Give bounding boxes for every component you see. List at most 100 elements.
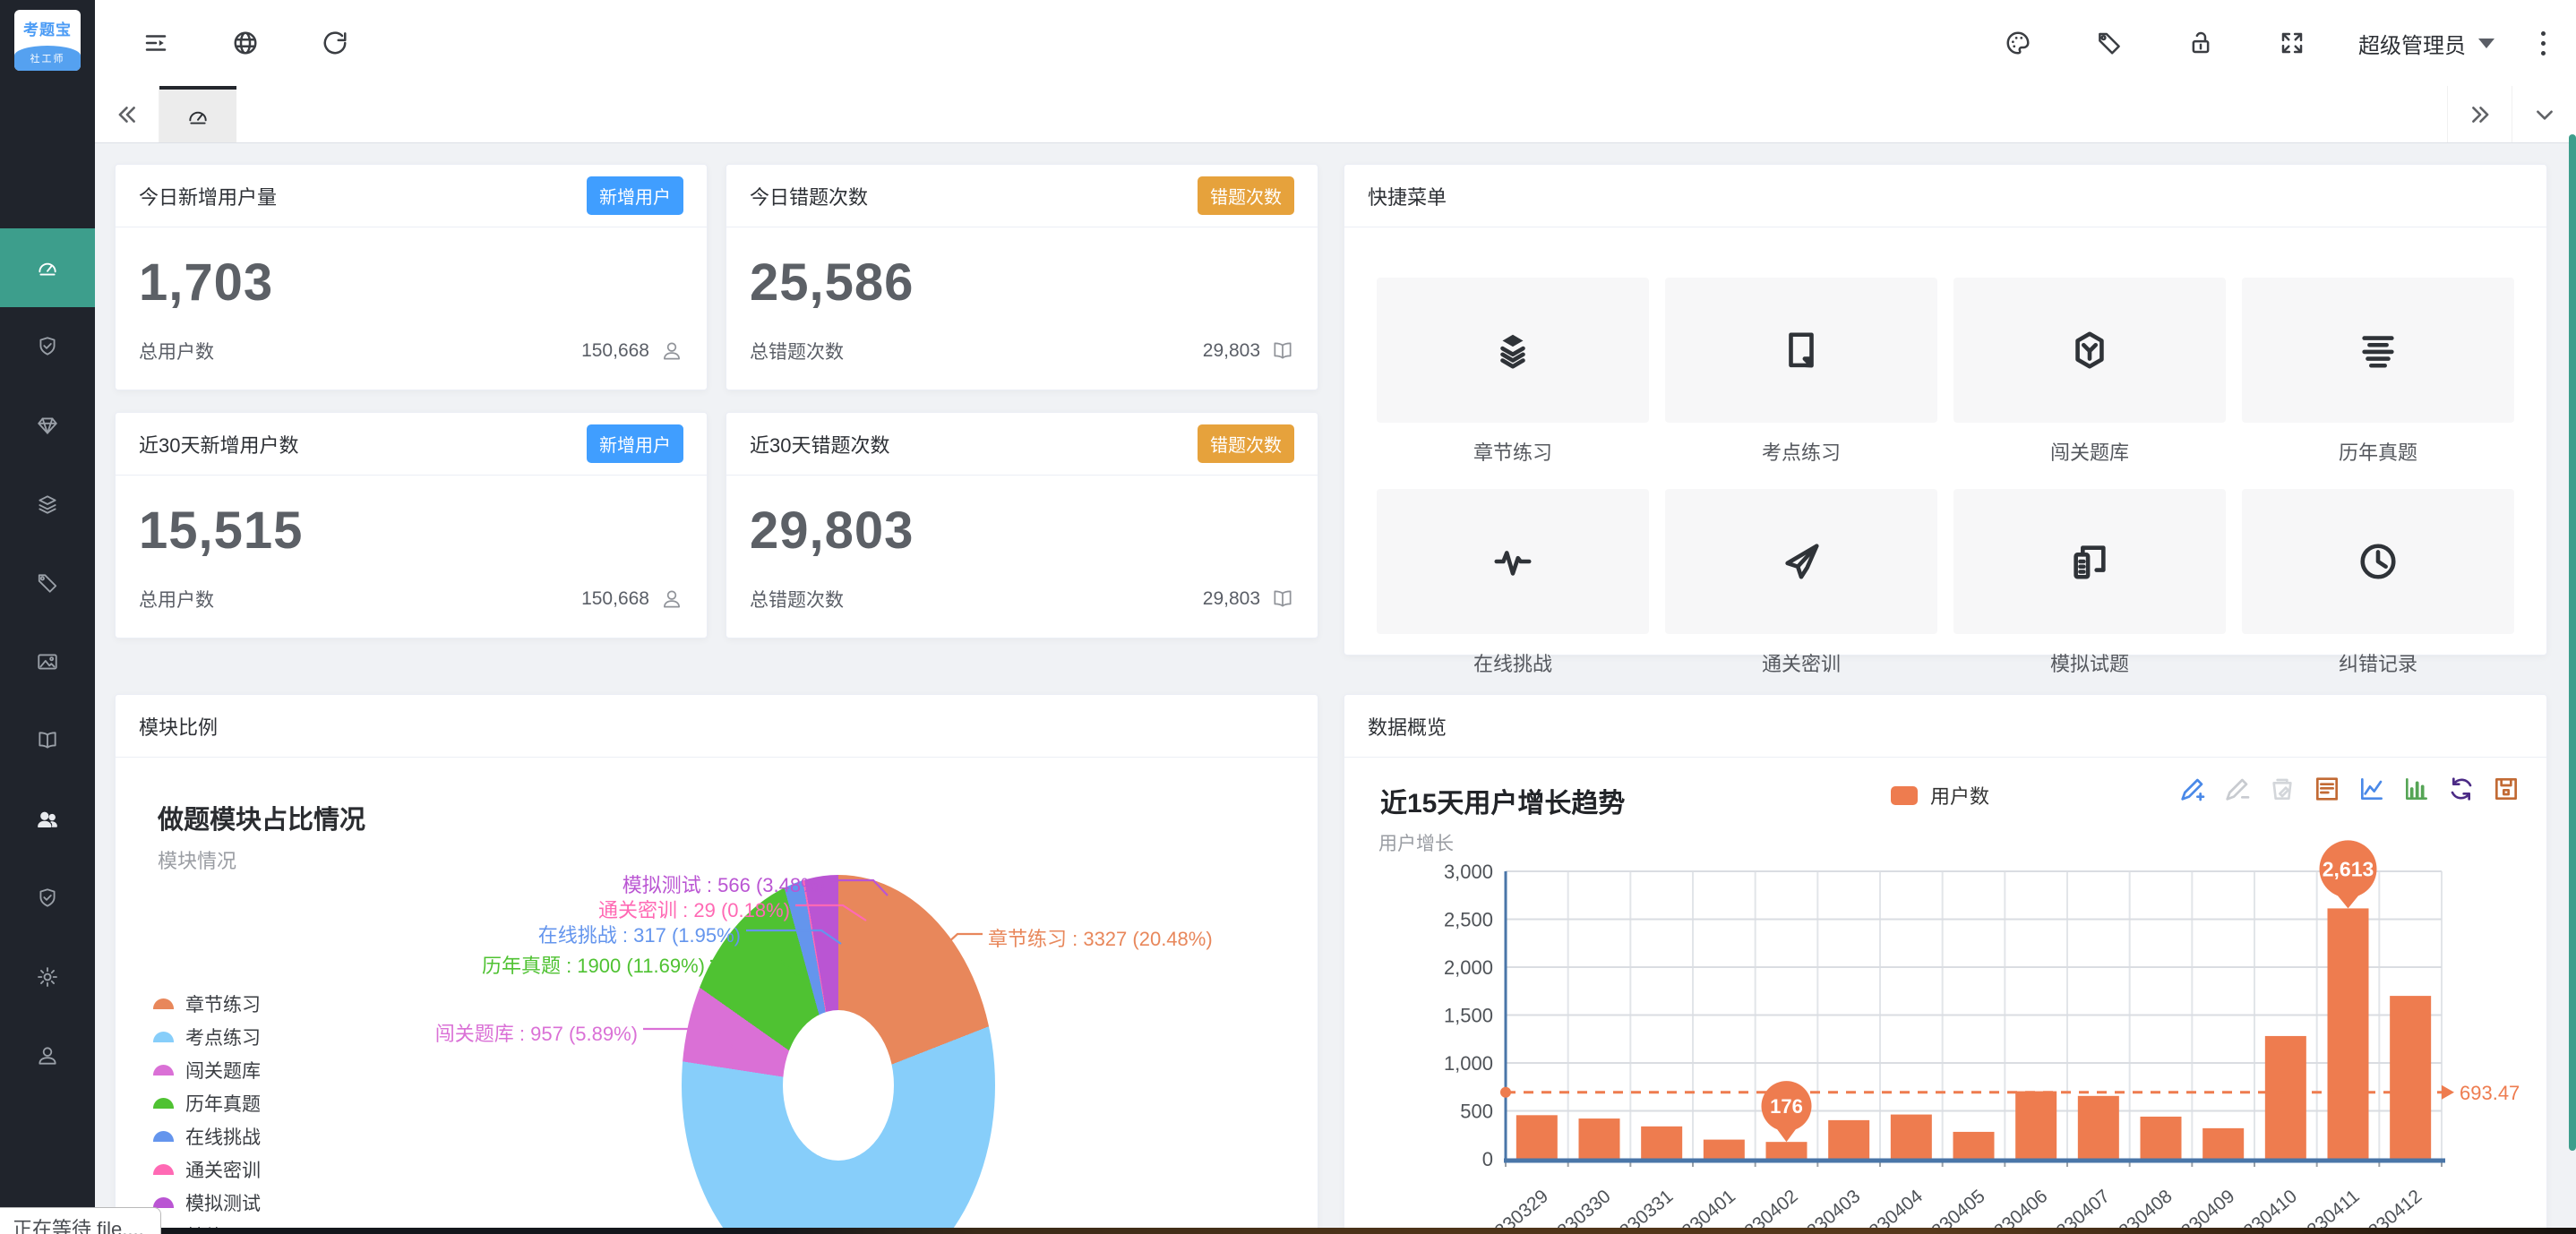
stat-value: 25,586	[726, 227, 1318, 313]
copy-docs-icon	[2069, 541, 2110, 582]
sidebar-item-settings[interactable]	[0, 938, 95, 1016]
donut-hole	[783, 1010, 894, 1161]
lock-button[interactable]	[2176, 18, 2226, 68]
legend-arc-marker	[153, 1164, 174, 1175]
stat-footer-value: 150,668	[581, 340, 649, 362]
svg-text:1,500: 1,500	[1444, 1005, 1493, 1027]
sidebar-nav	[0, 228, 95, 1095]
sidebar-item-shield[interactable]	[0, 307, 95, 386]
quick-item-online-challenge[interactable]: 在线挑战	[1377, 489, 1649, 677]
quick-menu-grid: 章节练习 考点练习 闯关题库 历年真题	[1344, 227, 2546, 677]
double-chevron-right-icon	[2469, 103, 2492, 126]
quick-item-pass-training[interactable]: 通关密训	[1665, 489, 1937, 677]
status-badge: 新增用户	[587, 176, 683, 215]
sidebar-item-users[interactable]	[0, 780, 95, 859]
menu-fold-button[interactable]	[131, 18, 181, 68]
sidebar-item-book[interactable]	[0, 701, 95, 780]
stat-footer-value: 29,803	[1203, 588, 1260, 610]
tag-button[interactable]	[2084, 18, 2134, 68]
sidebar-item-tag[interactable]	[0, 544, 95, 622]
theme-button[interactable]	[1993, 18, 2043, 68]
svg-text:20230411: 20230411	[2288, 1186, 2364, 1233]
pie-slice-label: 闯关题库 : 957 (5.89%)	[435, 1024, 638, 1044]
fullscreen-button[interactable]	[2267, 18, 2317, 68]
tabs-scroll-right-button[interactable]	[2447, 86, 2512, 142]
sidebar-item-profile[interactable]	[0, 1016, 95, 1095]
tabs-scroll-left-button[interactable]	[95, 86, 159, 142]
book-icon	[1271, 587, 1294, 611]
quick-item-error-log[interactable]: 纠错记录	[2242, 489, 2514, 677]
sidebar-item-gem[interactable]	[0, 386, 95, 465]
stack-icon	[1492, 330, 1533, 371]
sidebar-item-image[interactable]	[0, 622, 95, 701]
pie-chart-subtitle: 模块情况	[158, 845, 236, 874]
bar-chart[interactable]: 05001,0001,5002,0002,5003,00020230329202…	[1344, 695, 2547, 1233]
pulse-icon	[1492, 541, 1533, 582]
app-root: 考题宝 社工师	[0, 0, 2576, 1234]
sidebar-item-layers[interactable]	[0, 465, 95, 544]
svg-text:20230401: 20230401	[1662, 1186, 1739, 1233]
tabbar-spacer	[236, 86, 2447, 142]
svg-text:500: 500	[1460, 1101, 1493, 1123]
more-menu-button[interactable]	[2536, 26, 2551, 61]
person-icon	[660, 587, 683, 611]
image-icon	[36, 650, 59, 673]
sidebar-item-shield-2[interactable]	[0, 859, 95, 938]
pie-legend-item[interactable]: 章节练习	[153, 994, 261, 1014]
cube-icon	[2069, 330, 2110, 371]
svg-text:1,000: 1,000	[1444, 1052, 1493, 1075]
stat-footer-value: 29,803	[1203, 340, 1260, 362]
status-badge: 新增用户	[587, 424, 683, 463]
page-scrollbar[interactable]	[2569, 134, 2576, 1151]
quick-item-chapter-practice[interactable]: 章节练习	[1377, 278, 1649, 466]
svg-text:176: 176	[1770, 1095, 1803, 1118]
stat-value: 29,803	[726, 476, 1318, 561]
book-icon	[36, 729, 59, 752]
fullscreen-icon	[2279, 30, 2306, 56]
svg-text:20230408: 20230408	[2099, 1186, 2176, 1233]
pie-legend-item[interactable]: 历年真题	[153, 1093, 261, 1113]
sidebar-item-dashboard[interactable]	[0, 228, 95, 307]
quick-item-keypoint-practice[interactable]: 考点练习	[1665, 278, 1937, 466]
sidebar: 考题宝 社工师	[0, 0, 95, 1234]
user-menu[interactable]: 超级管理员	[2358, 28, 2494, 59]
pie-legend-item[interactable]: 在线挑战	[153, 1127, 261, 1146]
globe-icon	[232, 30, 259, 56]
svg-text:2,613: 2,613	[2323, 857, 2374, 880]
topbar-left	[131, 18, 360, 68]
quick-item-level-bank[interactable]: 闯关题库	[1953, 278, 2226, 466]
pie-legend-item[interactable]: 模拟测试	[153, 1193, 261, 1213]
stat-card-title: 近30天错题次数	[750, 430, 889, 458]
user-icon	[36, 1044, 59, 1067]
pie-chart-title: 做题模块占比情况	[158, 799, 365, 836]
book-icon	[1271, 339, 1294, 363]
module-card-title: 模块比例	[139, 712, 218, 741]
logo-title: 考题宝	[14, 10, 81, 46]
stat-card-30d-users: 近30天新增用户数 新增用户 15,515 总用户数 150,668	[115, 412, 708, 638]
language-button[interactable]	[220, 18, 270, 68]
dashboard-content: 今日新增用户量 新增用户 1,703 总用户数 150,668 今日错题次数 错…	[95, 143, 2576, 1233]
topbar-right: 超级管理员	[1993, 18, 2551, 68]
tabs-expand-button[interactable]	[2512, 86, 2576, 142]
quick-item-mock-exam[interactable]: 模拟试题	[1953, 489, 2226, 677]
pie-legend-item[interactable]: 闯关题库	[153, 1060, 261, 1080]
app-logo[interactable]: 考题宝 社工师	[14, 10, 81, 71]
tab-bar	[95, 86, 2576, 143]
pie-slice-label: 历年真题 : 1900 (11.69%)	[482, 956, 705, 976]
pie-legend-item[interactable]: 考点练习	[153, 1027, 261, 1047]
stat-footer-label: 总用户数	[139, 586, 214, 613]
stat-card-title: 近30天新增用户数	[139, 430, 298, 458]
pie-legend-item[interactable]: 通关密训	[153, 1160, 261, 1179]
refresh-icon	[322, 30, 348, 56]
tab-dashboard[interactable]	[159, 86, 236, 142]
refresh-button[interactable]	[310, 18, 360, 68]
tag-icon	[36, 571, 59, 595]
svg-text:2,000: 2,000	[1444, 956, 1493, 979]
chevron-down-icon	[2533, 103, 2556, 126]
legend-arc-marker	[153, 1098, 174, 1109]
svg-text:20230406: 20230406	[1974, 1186, 2051, 1233]
stat-card-30d-errors: 近30天错题次数 错题次数 29,803 总错题次数 29,803	[726, 412, 1318, 638]
quick-item-past-papers[interactable]: 历年真题	[2242, 278, 2514, 466]
svg-text:20230404: 20230404	[1850, 1186, 1928, 1233]
logo-subtitle: 社工师	[14, 46, 81, 71]
